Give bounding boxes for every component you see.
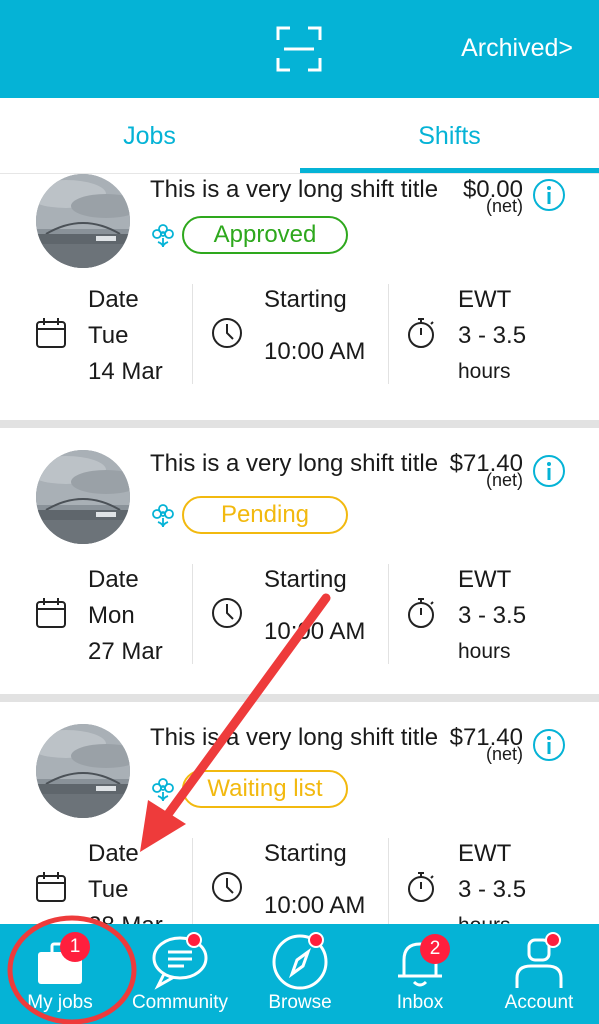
info-icon[interactable] — [532, 178, 566, 212]
date-label: Date — [88, 286, 139, 313]
tab-jobs[interactable]: Jobs — [0, 98, 299, 174]
shift-title: This is a very long shift title — [150, 450, 439, 477]
stopwatch-icon — [404, 596, 438, 630]
date-day: Tue — [88, 876, 129, 903]
column-divider — [192, 284, 193, 384]
shift-card[interactable]: This is a very long shift title $71.40 (… — [0, 702, 599, 924]
calendar-icon — [34, 316, 68, 350]
nav-label: Community — [131, 992, 229, 1013]
calendar-icon — [34, 596, 68, 630]
clock-icon — [210, 316, 244, 350]
column-divider — [388, 838, 389, 924]
price-note: (net) — [485, 744, 523, 764]
date-value: 28 Mar — [88, 908, 163, 924]
notification-badge: 2 — [420, 934, 450, 964]
shift-card[interactable]: This is a very long shift title $0.00 (n… — [0, 174, 599, 420]
nav-inbox[interactable]: 2 Inbox — [360, 924, 480, 1024]
shift-thumbnail — [36, 724, 130, 818]
column-divider — [388, 284, 389, 384]
ewt-value: 3 - 3.5 — [458, 876, 527, 903]
scan-frame-icon[interactable] — [274, 24, 324, 74]
ewt-label: EWT — [458, 566, 512, 593]
start-value: 10:00 AM — [264, 892, 366, 919]
nav-my-jobs[interactable]: 1 My jobs — [0, 924, 120, 1024]
nav-browse[interactable]: Browse — [240, 924, 360, 1024]
calendar-icon — [34, 870, 68, 904]
stopwatch-icon — [404, 316, 438, 350]
start-value: 10:00 AM — [264, 338, 366, 365]
flower-icon — [150, 776, 176, 802]
nav-label: My jobs — [27, 992, 93, 1013]
date-day: Tue — [88, 322, 129, 349]
shift-thumbnail — [36, 450, 130, 544]
price-note: (net) — [485, 196, 523, 216]
ewt-value: 3 - 3.5 — [458, 602, 527, 629]
shift-thumbnail — [36, 174, 130, 268]
info-icon[interactable] — [532, 454, 566, 488]
app-header: Archived> — [0, 0, 599, 98]
ewt-label: EWT — [458, 286, 512, 313]
notification-dot — [308, 932, 324, 948]
ewt-unit: hours — [458, 360, 511, 383]
card-separator — [0, 694, 599, 702]
flower-icon — [150, 502, 176, 528]
notification-dot — [545, 932, 561, 948]
info-icon[interactable] — [532, 728, 566, 762]
start-label: Starting — [264, 840, 347, 867]
ewt-value: 3 - 3.5 — [458, 322, 527, 349]
shift-card[interactable]: This is a very long shift title $71.40 (… — [0, 428, 599, 680]
nav-account[interactable]: Account — [479, 924, 599, 1024]
clock-icon — [210, 870, 244, 904]
shift-title: This is a very long shift title — [150, 176, 439, 203]
nav-label: Inbox — [396, 992, 444, 1013]
shift-list[interactable]: This is a very long shift title $0.00 (n… — [0, 174, 599, 924]
date-label: Date — [88, 566, 139, 593]
date-label: Date — [88, 840, 139, 867]
status-badge: Waiting list — [182, 770, 348, 808]
start-value: 10:00 AM — [264, 618, 366, 645]
tab-bar: Jobs Shifts — [0, 98, 599, 174]
active-tab-indicator — [300, 168, 599, 173]
nav-community[interactable]: Community — [120, 924, 240, 1024]
tab-shifts[interactable]: Shifts — [300, 98, 599, 174]
column-divider — [192, 838, 193, 924]
stopwatch-icon — [404, 870, 438, 904]
card-separator — [0, 420, 599, 428]
ewt-unit: hours — [458, 908, 511, 924]
ewt-unit: hours — [458, 640, 511, 663]
date-value: 27 Mar — [88, 638, 163, 665]
nav-label: Account — [504, 992, 574, 1013]
column-divider — [192, 564, 193, 664]
flower-icon — [150, 222, 176, 248]
date-value: 14 Mar — [88, 358, 163, 385]
start-label: Starting — [264, 286, 347, 313]
start-label: Starting — [264, 566, 347, 593]
date-day: Mon — [88, 602, 135, 629]
shift-title: This is a very long shift title — [150, 724, 439, 751]
bottom-nav: 1 My jobs Community Browse 2 Inbox Accou… — [0, 924, 599, 1024]
notification-badge: 1 — [60, 932, 90, 962]
notification-dot — [186, 932, 202, 948]
archived-link[interactable]: Archived> — [461, 34, 573, 63]
clock-icon — [210, 596, 244, 630]
status-badge: Approved — [182, 216, 348, 254]
price-note: (net) — [485, 470, 523, 490]
ewt-label: EWT — [458, 840, 512, 867]
status-badge: Pending — [182, 496, 348, 534]
column-divider — [388, 564, 389, 664]
nav-label: Browse — [268, 992, 332, 1013]
